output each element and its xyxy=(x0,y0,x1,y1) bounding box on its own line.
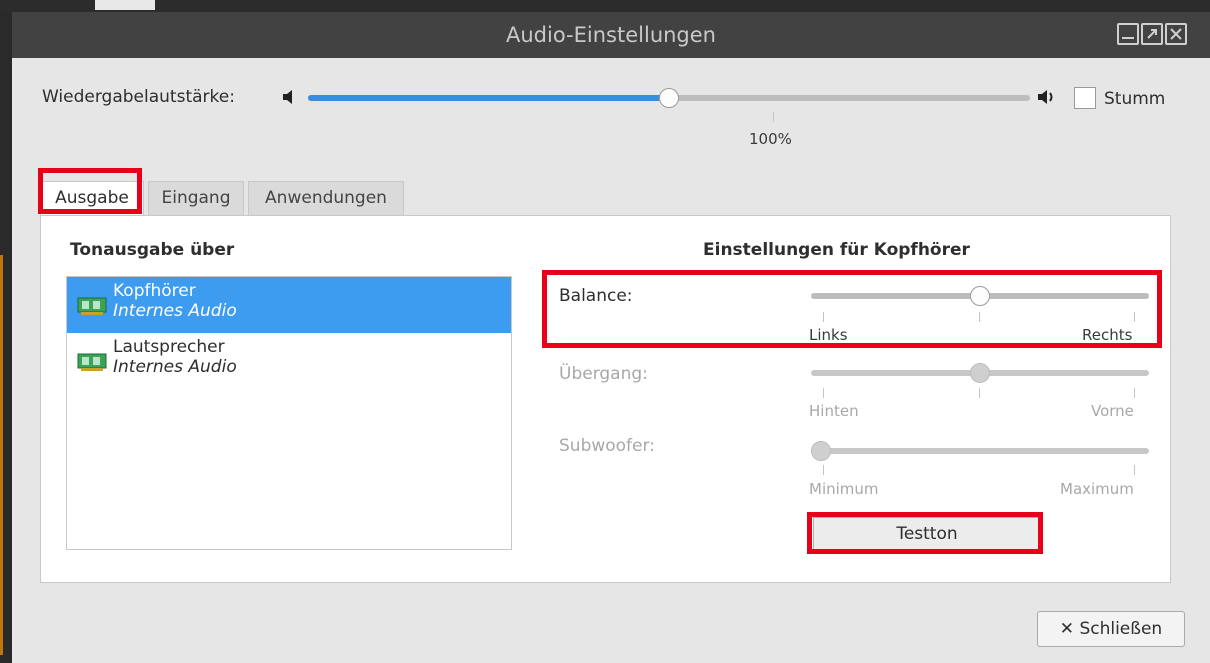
subwoofer-slider[interactable] xyxy=(811,441,1149,461)
fade-min-label: Hinten xyxy=(809,402,859,420)
subwoofer-max-label: Maximum xyxy=(1060,480,1134,498)
balance-tick xyxy=(1134,312,1135,322)
close-button[interactable]: ✕ Schließen xyxy=(1037,611,1185,647)
balance-tick xyxy=(823,312,824,322)
subwoofer-label: Subwoofer: xyxy=(559,436,655,456)
settings-heading: Einstellungen für Kopfhörer xyxy=(703,240,970,260)
device-name: Kopfhörer xyxy=(113,281,196,301)
sound-card-icon xyxy=(77,353,107,371)
subwoofer-tick xyxy=(1134,465,1135,475)
subwoofer-slider-handle[interactable] xyxy=(811,441,831,461)
desktop-top-strip xyxy=(0,0,1210,12)
minimize-button[interactable] xyxy=(1117,23,1139,45)
fade-tick xyxy=(1134,388,1135,398)
balance-min-label: Links xyxy=(809,326,848,344)
desktop-left-accent xyxy=(0,255,3,655)
fade-label: Übergang: xyxy=(559,364,648,384)
balance-max-label: Rechts xyxy=(1082,326,1133,344)
output-device-list[interactable]: Kopfhörer Internes Audio Lautsprecher In… xyxy=(66,276,512,550)
device-subtitle: Internes Audio xyxy=(113,301,237,321)
subwoofer-tick xyxy=(823,465,824,475)
subwoofer-trough xyxy=(811,448,1149,454)
close-button-label: Schließen xyxy=(1079,619,1163,639)
title-bar[interactable]: Audio-Einstellungen xyxy=(12,12,1210,58)
tab-input[interactable]: Eingang xyxy=(148,181,244,215)
device-name: Lautsprecher xyxy=(113,337,225,357)
balance-label: Balance: xyxy=(559,286,633,306)
volume-high-icon xyxy=(1038,90,1053,104)
volume-fill xyxy=(308,95,669,101)
list-item[interactable]: Lautsprecher Internes Audio xyxy=(67,333,511,389)
fade-slider-handle[interactable] xyxy=(970,363,990,383)
balance-slider[interactable] xyxy=(811,286,1149,306)
mute-label: Stumm xyxy=(1104,89,1166,109)
mute-checkbox[interactable] xyxy=(1074,87,1096,109)
balance-slider-handle[interactable] xyxy=(970,286,990,306)
volume-value: 100% xyxy=(749,130,792,148)
fade-tick xyxy=(979,388,980,398)
close-icon xyxy=(1170,28,1182,40)
list-item[interactable]: Kopfhörer Internes Audio xyxy=(67,277,511,333)
balance-tick xyxy=(979,312,980,322)
window-title: Audio-Einstellungen xyxy=(505,23,716,47)
output-panel: Tonausgabe über Kopfhörer Internes Audio xyxy=(40,215,1171,583)
desktop-top-accent xyxy=(95,0,155,10)
audio-settings-dialog: Wiedergabelautstärke: 100% Stumm Ausgabe… xyxy=(12,58,1210,663)
test-tone-button[interactable]: Testton xyxy=(813,517,1041,551)
maximize-icon xyxy=(1147,29,1157,39)
sound-card-icon xyxy=(77,297,107,315)
close-icon: ✕ xyxy=(1059,619,1075,639)
tab-output[interactable]: Ausgabe xyxy=(40,181,144,215)
tab-applications[interactable]: Anwendungen xyxy=(248,181,404,215)
fade-max-label: Vorne xyxy=(1091,402,1134,420)
volume-label: Wiedergabelautstärke: xyxy=(42,87,235,107)
volume-slider-handle[interactable] xyxy=(659,88,679,108)
output-heading: Tonausgabe über xyxy=(70,240,235,260)
minimize-icon xyxy=(1122,37,1134,39)
fade-tick xyxy=(823,388,824,398)
device-subtitle: Internes Audio xyxy=(113,357,237,377)
volume-tick xyxy=(773,112,774,122)
subwoofer-min-label: Minimum xyxy=(809,480,879,498)
close-window-button[interactable] xyxy=(1165,23,1187,45)
fade-slider[interactable] xyxy=(811,363,1149,383)
maximize-button[interactable] xyxy=(1141,23,1163,45)
volume-slider[interactable] xyxy=(308,88,1030,108)
volume-low-icon xyxy=(283,90,292,104)
